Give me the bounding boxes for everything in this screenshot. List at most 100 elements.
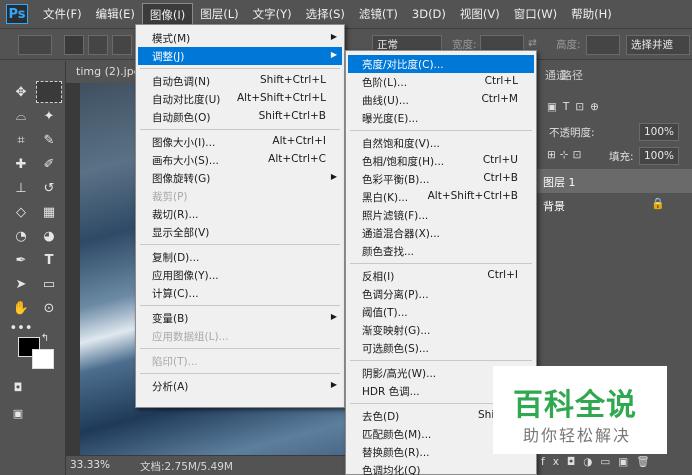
adjust-menu-item-8[interactable]: 黑白(K)... Alt+Shift+Ctrl+B: [348, 188, 534, 206]
layer-filter-icons[interactable]: ▣T⊡⊕: [547, 101, 605, 113]
gradient-icon[interactable]: ▦: [36, 201, 62, 223]
image-menu-item-12[interactable]: 显示全部(V): [138, 223, 342, 241]
quick-mask-icon[interactable]: ◘: [8, 379, 28, 395]
adjust-menu-item-13[interactable]: 反相(I) Ctrl+I: [348, 267, 534, 285]
image-menu-item-23[interactable]: 分析(A) ▶: [138, 377, 342, 395]
height-label: 高度:: [556, 39, 581, 51]
image-menu-item-18[interactable]: 变量(B) ▶: [138, 309, 342, 327]
layer-actions-icons[interactable]: fx◘◑▭▣🗑: [541, 455, 658, 468]
screen-mode-icon[interactable]: ▣: [8, 405, 28, 421]
adjust-menu-item-16[interactable]: 渐变映射(G)...: [348, 321, 534, 339]
menu-layer[interactable]: 图层(L): [193, 3, 245, 25]
adjust-menu-item-14[interactable]: 色调分离(P)...: [348, 285, 534, 303]
menu-separator: [140, 129, 340, 130]
more-tools-icon[interactable]: •••: [8, 317, 34, 339]
fill-input[interactable]: 100%: [639, 147, 679, 165]
layer-row[interactable]: 背景 🔒: [537, 193, 692, 217]
history-brush-icon[interactable]: ↺: [36, 177, 62, 199]
image-menu-item-16[interactable]: 计算(C)...: [138, 284, 342, 302]
background-color-swatch[interactable]: [32, 349, 54, 369]
image-menu-item-9[interactable]: 图像旋转(G) ▶: [138, 169, 342, 187]
brush-tool-icon[interactable]: ✐: [36, 153, 62, 175]
menu-image[interactable]: 图像(I): [141, 3, 194, 25]
adjust-menu-item-3[interactable]: 曝光度(E)...: [348, 109, 534, 127]
opacity-input[interactable]: 100%: [639, 123, 679, 141]
menu-type[interactable]: 文字(Y): [246, 3, 299, 25]
menu-bar: Ps 文件(F) 编辑(E) 图像(I) 图层(L) 文字(Y) 选择(S) 滤…: [0, 0, 692, 28]
adjust-menu-item-1[interactable]: 色阶(L)... Ctrl+L: [348, 73, 534, 91]
hand-tool-icon[interactable]: ✋: [8, 297, 34, 319]
image-menu-item-1[interactable]: 调整(J) ▶: [138, 47, 342, 65]
move-tool-icon[interactable]: ✥: [8, 81, 34, 103]
image-menu-item-3[interactable]: 自动色调(N) Shift+Ctrl+L: [138, 72, 342, 90]
marquee-tool-icon[interactable]: [36, 81, 62, 103]
adjust-menu-item-6[interactable]: 色相/饱和度(H)... Ctrl+U: [348, 152, 534, 170]
lasso-tool-icon[interactable]: ⌓: [8, 105, 34, 127]
adjust-menu-item-11[interactable]: 颜色查找...: [348, 242, 534, 260]
image-menu-item-14[interactable]: 复制(D)...: [138, 248, 342, 266]
menu-item-shortcut: Ctrl+M: [481, 93, 518, 105]
menu-3d[interactable]: 3D(D): [405, 3, 453, 25]
clone-stamp-icon[interactable]: ⊥: [8, 177, 34, 199]
menu-item-label: 变量(B): [152, 313, 189, 325]
image-menu-item-8[interactable]: 画布大小(S)... Alt+Ctrl+C: [138, 151, 342, 169]
menu-item-label: 色彩平衡(B)...: [362, 174, 430, 186]
menu-item-label: 匹配颜色(M)...: [362, 429, 432, 441]
image-menu-item-0[interactable]: 模式(M) ▶: [138, 29, 342, 47]
adjust-menu-item-5[interactable]: 自然饱和度(V)...: [348, 134, 534, 152]
blur-tool-icon[interactable]: ◔: [8, 225, 34, 247]
tab-paths[interactable]: 路径: [561, 67, 583, 83]
adjust-menu-item-15[interactable]: 阈值(T)...: [348, 303, 534, 321]
eraser-icon[interactable]: ◇: [8, 201, 34, 223]
swap-icon[interactable]: ⇄: [528, 37, 537, 49]
adjust-menu-item-7[interactable]: 色彩平衡(B)... Ctrl+B: [348, 170, 534, 188]
adjust-menu-item-17[interactable]: 可选颜色(S)...: [348, 339, 534, 357]
menu-window[interactable]: 窗口(W): [507, 3, 564, 25]
rectangle-tool-icon[interactable]: ▭: [36, 273, 62, 295]
magic-wand-icon[interactable]: ✦: [36, 105, 62, 127]
menu-file[interactable]: 文件(F): [36, 3, 89, 25]
eyedropper-icon[interactable]: ✎: [36, 129, 62, 151]
adjust-menu-item-25[interactable]: 色调均化(Q): [348, 461, 534, 475]
new-selection-mode-icon[interactable]: [64, 35, 84, 55]
menu-filter[interactable]: 滤镜(T): [352, 3, 405, 25]
select-and-mask-button[interactable]: 选择并遮: [626, 35, 690, 55]
image-menu-item-15[interactable]: 应用图像(Y)...: [138, 266, 342, 284]
subtract-selection-mode-icon[interactable]: [112, 35, 132, 55]
add-selection-mode-icon[interactable]: [88, 35, 108, 55]
image-menu-item-11[interactable]: 裁切(R)...: [138, 205, 342, 223]
height-input[interactable]: [586, 35, 620, 55]
menu-item-label: 去色(D): [362, 411, 400, 423]
menu-item-label: 调整(J): [152, 51, 185, 63]
type-tool-icon[interactable]: T: [36, 249, 62, 271]
adjust-menu-item-2[interactable]: 曲线(U)... Ctrl+M: [348, 91, 534, 109]
image-menu-item-4[interactable]: 自动对比度(U) Alt+Shift+Ctrl+L: [138, 90, 342, 108]
menu-edit[interactable]: 编辑(E): [89, 3, 142, 25]
layer-row[interactable]: 图层 1: [537, 169, 692, 193]
document-tab[interactable]: timg (2).jpg: [76, 65, 141, 78]
healing-brush-icon[interactable]: ✚: [8, 153, 34, 175]
adjust-menu-item-10[interactable]: 通道混合器(X)...: [348, 224, 534, 242]
crop-tool-icon[interactable]: ⌗: [8, 129, 34, 151]
menu-select[interactable]: 选择(S): [299, 3, 352, 25]
zoom-tool-icon[interactable]: ⊙: [36, 297, 62, 319]
dodge-tool-icon[interactable]: ◕: [36, 225, 62, 247]
menu-item-label: 画布大小(S)...: [152, 155, 219, 167]
image-menu-item-7[interactable]: 图像大小(I)... Alt+Ctrl+I: [138, 133, 342, 151]
pen-tool-icon[interactable]: ✒: [8, 249, 34, 271]
menu-item-label: 计算(C)...: [152, 288, 199, 300]
marquee-preset-picker[interactable]: [18, 35, 52, 55]
adjust-menu-item-0[interactable]: 亮度/对比度(C)...: [348, 55, 534, 73]
swap-colors-icon[interactable]: ↰: [38, 331, 52, 345]
menu-view[interactable]: 视图(V): [453, 3, 507, 25]
lock-icons[interactable]: ⊞⊹⊡: [547, 149, 585, 161]
menu-help[interactable]: 帮助(H): [564, 3, 619, 25]
menu-item-label: 应用图像(Y)...: [152, 270, 219, 282]
adjust-menu-item-9[interactable]: 照片滤镜(F)...: [348, 206, 534, 224]
image-menu-item-5[interactable]: 自动颜色(O) Shift+Ctrl+B: [138, 108, 342, 126]
menu-item-shortcut: Alt+Ctrl+I: [272, 135, 326, 147]
zoom-level[interactable]: 33.33%: [70, 459, 110, 471]
path-selection-icon[interactable]: ➤: [8, 273, 34, 295]
watermark-logo: 百科全说 助你轻松解决: [493, 366, 667, 454]
menu-item-label: 模式(M): [152, 33, 191, 45]
